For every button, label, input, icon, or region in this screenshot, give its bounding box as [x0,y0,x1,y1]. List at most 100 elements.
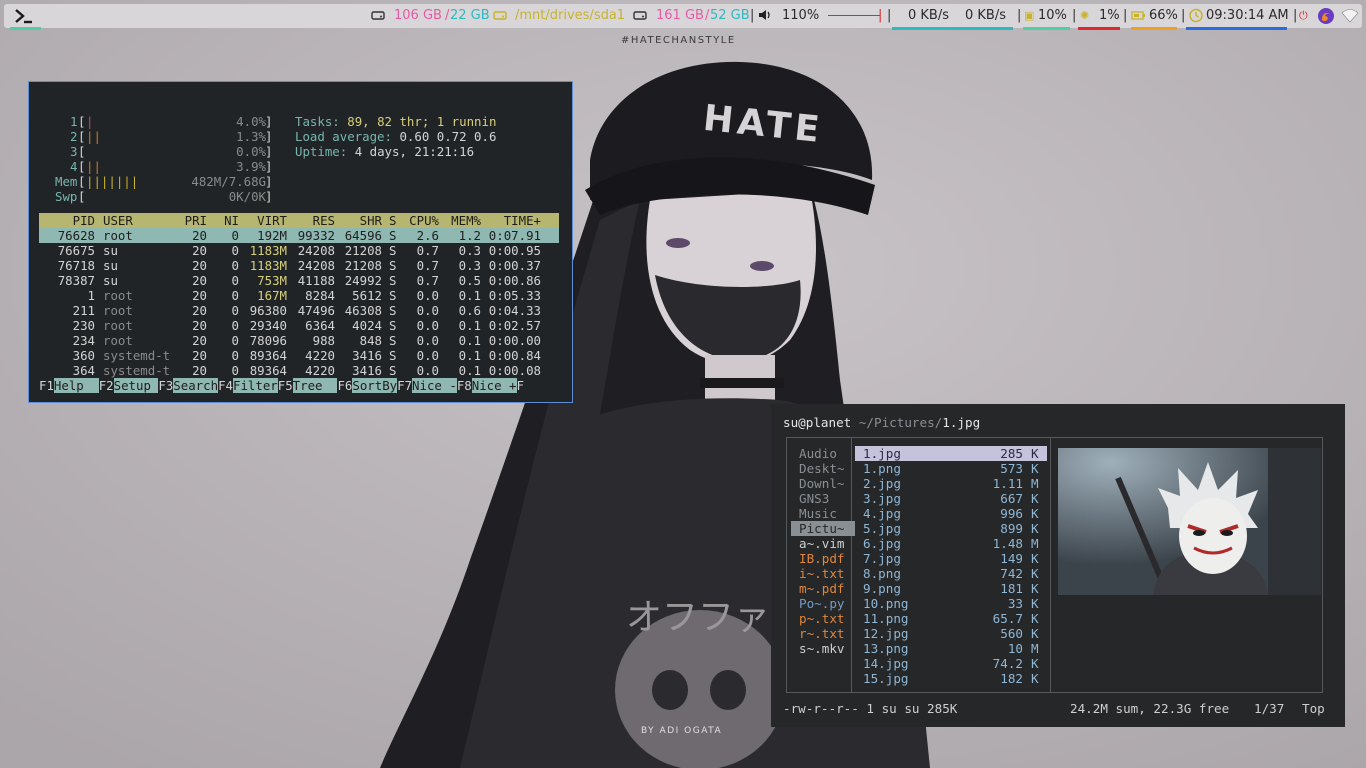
fkey-f4[interactable]: F4 [218,378,233,393]
parent-dir-item[interactable]: m~.pdf [791,581,855,596]
fkey-f7[interactable]: F7 [397,378,412,393]
parent-dir-item[interactable]: Audio [791,446,855,461]
file-row[interactable]: 15.jpg 182 K [855,671,1047,686]
file-size: 1.11 [992,476,1023,491]
file-row-selected[interactable]: 1.jpg 285 K [855,446,1047,461]
fkey-f1[interactable]: F1 [39,378,54,393]
clock-icon [1188,7,1204,29]
fkey-label[interactable]: Help [53,378,99,393]
status-bar: 106 GB / 22 GB /mnt/drives/sda1 161 GB /… [4,4,1362,31]
file-row[interactable]: 3.jpg 667 K [855,491,1047,506]
fkey-label[interactable]: Nice + [471,378,517,393]
parent-dir-item[interactable]: p~.txt [791,611,855,626]
fkey-f8[interactable]: F8 [457,378,472,393]
file-row[interactable]: 7.jpg 149 K [855,551,1047,566]
fkey-label[interactable]: Search [173,378,219,393]
process-cell-ni: 0 [231,273,239,288]
parent-dir-item[interactable]: Deskt~ [791,461,855,476]
process-row[interactable]: 230 root 20 0 29340 6364 4024 S 0.0 0.1 0:02.57 [29,318,569,333]
fkey-f3[interactable]: F3 [158,378,173,393]
fkey-label[interactable]: Filter [232,378,278,393]
fkey-label[interactable]: Nice - [412,378,457,393]
parent-dir-item[interactable]: a~.vim [791,536,855,551]
firefox-tray-icon[interactable] [1317,7,1335,31]
file-size-unit: K [1031,506,1039,521]
process-row[interactable]: 364 systemd-t 20 0 89364 4220 3416 S 0.0 0.1 0:00.… [29,363,569,378]
fkey-f5[interactable]: F5 [278,378,293,393]
parent-dir-item[interactable]: i~.txt [791,566,855,581]
fkey-f6[interactable]: F6 [337,378,352,393]
power-icon[interactable]: ⏻ [1299,7,1308,25]
file-row[interactable]: 2.jpg 1.11 M [855,476,1047,491]
column-header-mem[interactable]: MEM% [443,213,481,228]
file-size-unit: K [1031,446,1039,461]
column-header-res[interactable]: RES [289,213,335,228]
column-header-time[interactable]: TIME+ [485,213,541,228]
file-row[interactable]: 5.jpg 899 K [855,521,1047,536]
file-size: 181 [1000,581,1023,596]
file-row[interactable]: 9.png 181 K [855,581,1047,596]
parent-dir-item[interactable]: r~.txt [791,626,855,641]
htop-terminal-window[interactable]: 1[| 4.0%] 2[|| 1.3%] 3[0.0%] 4[|| 3.9%] Mem [ … [28,81,573,403]
column-header-pri[interactable]: PRI [169,213,207,228]
column-header-user[interactable]: USER [103,213,178,228]
process-cell-time: 0:00.37 [488,258,541,273]
terminal-launcher-icon[interactable] [10,6,40,26]
process-cell-s: S [389,303,397,318]
volume-icon[interactable] [757,7,773,29]
parent-dir-item[interactable]: s~.mkv [791,641,855,656]
column-header-pid[interactable]: PID [39,213,95,228]
file-row[interactable]: 11.png 65.7 K [855,611,1047,626]
file-row[interactable]: 8.png 742 K [855,566,1047,581]
fkey-label[interactable]: Setup [113,378,159,393]
process-row[interactable]: 76675 su 20 0 1183M 24208 21208 S 0.7 0.3 0:00.95 [29,243,569,258]
file-row[interactable]: 4.jpg 996 K [855,506,1047,521]
swp-bracket-open: [ [78,189,86,204]
fkey-label[interactable]: Tree [292,378,338,393]
volume-slider-knob[interactable]: | [878,7,882,25]
column-header-shr[interactable]: SHR [337,213,382,228]
process-row[interactable]: 360 systemd-t 20 0 89364 4220 3416 S 0.0 0.1 0:00.… [29,348,569,363]
tasks-value: 89, 82 thr; 1 runnin [347,114,497,129]
process-row[interactable]: 211 root 20 0 96380 47496 46308 S 0.0 0.6 0:04.33 [29,303,569,318]
process-row[interactable]: 234 root 20 0 78096 988 848 S 0.0 0.1 0:00.00 [29,333,569,348]
process-cell-pri: 20 [192,228,207,243]
file-row[interactable]: 6.jpg 1.48 M [855,536,1047,551]
process-cell-pri: 20 [192,318,207,333]
process-cell-user: su [103,243,118,258]
parent-dir-selected[interactable]: Pictu~ [791,521,855,536]
net-underline [892,27,1013,30]
file-row[interactable]: 10.png 33 K [855,596,1047,611]
fkey-label[interactable]: SortBy [352,378,398,393]
volume-slider[interactable] [828,15,880,16]
file-row[interactable]: 12.jpg 560 K [855,626,1047,641]
wifi-icon[interactable] [1341,7,1359,31]
file-size: 33 [1007,596,1023,611]
process-cell-pid: 76718 [57,258,95,273]
ranger-file-manager-window[interactable]: su@planet ~/Pictures/1.jpg Audio Deskt~ Do… [771,404,1345,727]
parent-dir-item[interactable]: Downl~ [791,476,855,491]
column-header-virt[interactable]: VIRT [241,213,287,228]
file-name: 14.jpg [863,656,909,671]
column-header-s[interactable]: S [389,213,399,228]
process-cell-mem: 0.6 [458,303,481,318]
fkey-f2[interactable]: F2 [99,378,114,393]
parent-dir-item[interactable]: Po~.py [791,596,855,611]
parent-dir-item[interactable]: IB.pdf [791,551,855,566]
file-row[interactable]: 14.jpg 74.2 K [855,656,1047,671]
process-cell-virt: 89364 [249,348,287,363]
process-cell-ni: 0 [231,348,239,363]
process-row[interactable]: 78387 su 20 0 753M 41188 24992 S 0.7 0.5 0:00.86 [29,273,569,288]
column-header-cpu[interactable]: CPU% [401,213,439,228]
parent-dir-item[interactable]: GNS3 [791,491,855,506]
process-row[interactable]: 1 root 20 0 167M 8284 5612 S 0.0 0.1 0:05.33 [29,288,569,303]
process-row[interactable]: 76718 su 20 0 1183M 24208 21208 S 0.7 0.3 0:00.37 [29,258,569,273]
file-size: 65.7 [992,611,1023,626]
file-row[interactable]: 13.png 10 M [855,641,1047,656]
process-row[interactable]: 76628 root 20 0 192M 99332 64596 S 2.6 1.2 0:07.91 [29,228,569,243]
fkey-f[interactable]: F [517,378,524,393]
column-header-ni[interactable]: NI [209,213,239,228]
ranger-title-path: su@planet ~/Pictures/1.jpg [783,415,980,430]
file-row[interactable]: 1.png 573 K [855,461,1047,476]
parent-dir-item[interactable]: Music [791,506,855,521]
